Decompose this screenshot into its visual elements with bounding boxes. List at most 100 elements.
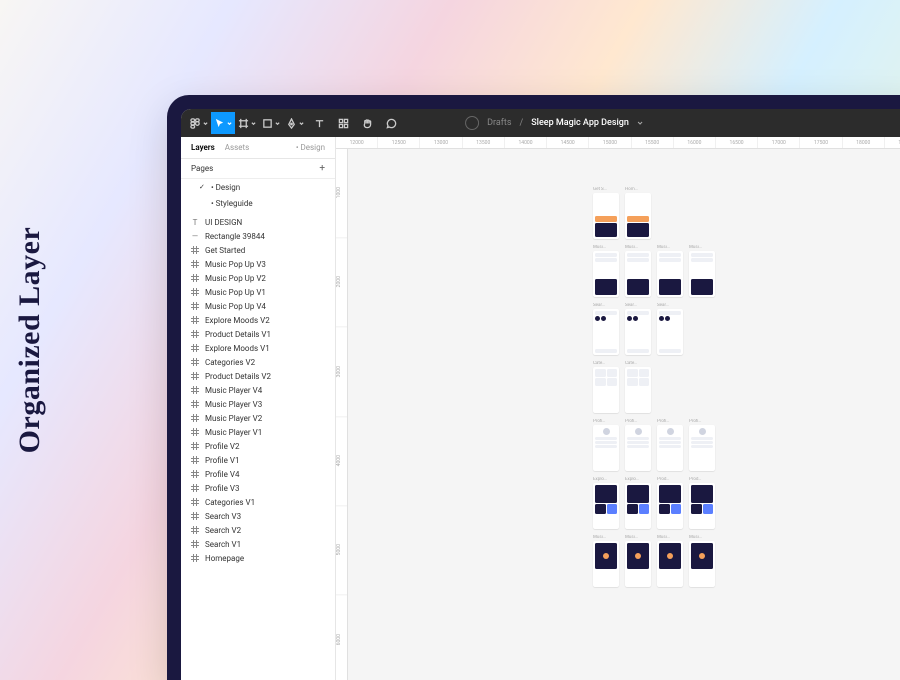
layer-row[interactable]: Music Player V3 (181, 397, 335, 411)
layer-row[interactable]: Search V2 (181, 523, 335, 537)
hand-tool-button[interactable] (355, 112, 379, 134)
layer-row[interactable]: Explore Moods V2 (181, 313, 335, 327)
pen-tool-button[interactable] (283, 112, 307, 134)
layer-row[interactable]: Profile V2 (181, 439, 335, 453)
artboard[interactable]: Sear… (593, 303, 619, 355)
layer-row[interactable]: Music Pop Up V4 (181, 299, 335, 313)
layer-row[interactable]: Homepage (181, 551, 335, 565)
layer-name: Profile V3 (205, 484, 239, 493)
chevron-down-icon (203, 121, 208, 126)
artboard[interactable]: Explo… (593, 477, 619, 529)
layer-row[interactable]: Music Player V4 (181, 383, 335, 397)
layer-row[interactable]: Product Details V2 (181, 369, 335, 383)
ruler-tick: 13000 (420, 137, 462, 148)
artboard-label: Profi… (689, 419, 715, 424)
tab-assets[interactable]: Assets (225, 143, 249, 152)
ruler-tick: 2000 (336, 238, 347, 327)
artboard[interactable]: Musi… (657, 535, 683, 587)
artboard[interactable]: Musi… (593, 535, 619, 587)
artboard[interactable]: Musi… (625, 245, 651, 297)
text-tool-button[interactable] (307, 112, 331, 134)
ruler-tick: 3000 (336, 328, 347, 417)
page-item[interactable]: ✓• Design (181, 179, 335, 195)
move-tool-button[interactable] (211, 112, 235, 134)
artboard-label: Musi… (625, 535, 651, 540)
canvas[interactable]: Get S…Hom…Musi…Musi…Musi…Musi…Sear…Sear…… (348, 149, 900, 680)
file-name[interactable]: Sleep Magic App Design (531, 118, 629, 128)
artboard[interactable]: Musi… (689, 535, 715, 587)
ruler-tick: 14000 (505, 137, 547, 148)
artboard-row: Musi…Musi…Musi…Musi… (593, 245, 715, 297)
artboard-label: Musi… (657, 535, 683, 540)
resources-button[interactable] (331, 112, 355, 134)
toolbar-center: Drafts / Sleep Magic App Design (465, 109, 643, 137)
chevron-down-icon[interactable] (637, 120, 643, 126)
artboard[interactable]: Cate… (625, 361, 651, 413)
frame-icon (191, 484, 199, 492)
pages-header: Pages + (181, 159, 335, 179)
layer-row[interactable]: Music Player V1 (181, 425, 335, 439)
artboard[interactable]: Musi… (657, 245, 683, 297)
artboard[interactable]: Hom… (625, 187, 651, 239)
frame-tool-button[interactable] (235, 112, 259, 134)
figma-screen: Drafts / Sleep Magic App Design Layers A… (181, 109, 900, 680)
main-menu-button[interactable] (187, 112, 211, 134)
artboard[interactable]: Sear… (657, 303, 683, 355)
layer-row[interactable]: Explore Moods V1 (181, 341, 335, 355)
layer-row[interactable]: Profile V4 (181, 467, 335, 481)
artboard[interactable]: Profi… (593, 419, 619, 471)
artboard[interactable]: Cate… (593, 361, 619, 413)
layer-name: Profile V1 (205, 456, 239, 465)
page-item[interactable]: • Styleguide (181, 195, 335, 211)
artboard[interactable]: Sear… (625, 303, 651, 355)
frame-icon (191, 260, 199, 268)
artboard-thumbnail (593, 367, 619, 413)
frame-icon (191, 400, 199, 408)
layer-row[interactable]: Music Player V2 (181, 411, 335, 425)
artboard[interactable]: Musi… (593, 245, 619, 297)
artboard-label: Explo… (625, 477, 651, 482)
add-page-button[interactable]: + (319, 164, 325, 174)
layer-row[interactable]: Profile V3 (181, 481, 335, 495)
artboard[interactable]: Get S… (593, 187, 619, 239)
panel-tabs: Layers Assets • Design (181, 137, 335, 159)
artboard-label: Profi… (625, 419, 651, 424)
comment-tool-button[interactable] (379, 112, 403, 134)
artboard[interactable]: Prod… (689, 477, 715, 529)
artboard[interactable]: Prod… (657, 477, 683, 529)
ruler-tick: 12500 (378, 137, 420, 148)
artboard-label: Cate… (593, 361, 619, 366)
layer-row[interactable]: Search V1 (181, 537, 335, 551)
layer-row[interactable]: Get Started (181, 243, 335, 257)
frame-icon (191, 456, 199, 464)
page-indicator[interactable]: • Design (296, 143, 325, 152)
layer-row[interactable]: TUI DESIGN (181, 215, 335, 229)
layer-row[interactable]: Music Pop Up V1 (181, 285, 335, 299)
artboard[interactable]: Musi… (689, 245, 715, 297)
layer-row[interactable]: Profile V1 (181, 453, 335, 467)
artboard[interactable]: Profi… (625, 419, 651, 471)
drafts-label[interactable]: Drafts (487, 118, 511, 128)
layer-row[interactable]: Music Pop Up V2 (181, 271, 335, 285)
user-avatar-icon[interactable] (465, 116, 479, 130)
layer-row[interactable]: Music Pop Up V3 (181, 257, 335, 271)
layer-row[interactable]: Categories V2 (181, 355, 335, 369)
layer-row[interactable]: —Rectangle 39844 (181, 229, 335, 243)
artboard[interactable]: Profi… (657, 419, 683, 471)
layer-name: Explore Moods V2 (205, 316, 270, 325)
layer-name: Music Player V2 (205, 414, 262, 423)
tab-layers[interactable]: Layers (191, 143, 215, 152)
layer-name: UI DESIGN (205, 218, 242, 227)
layer-name: Product Details V2 (205, 372, 271, 381)
artboard[interactable]: Explo… (625, 477, 651, 529)
layer-row[interactable]: Product Details V1 (181, 327, 335, 341)
layer-row[interactable]: Search V3 (181, 509, 335, 523)
rectangle-tool-button[interactable] (259, 112, 283, 134)
layer-row[interactable]: Categories V1 (181, 495, 335, 509)
chevron-down-icon (251, 121, 256, 126)
ruler-tick: 16000 (674, 137, 716, 148)
artboard-label: Explo… (593, 477, 619, 482)
canvas-area: 1200012500130001350014000145001500015500… (336, 137, 900, 680)
artboard[interactable]: Profi… (689, 419, 715, 471)
artboard[interactable]: Musi… (625, 535, 651, 587)
